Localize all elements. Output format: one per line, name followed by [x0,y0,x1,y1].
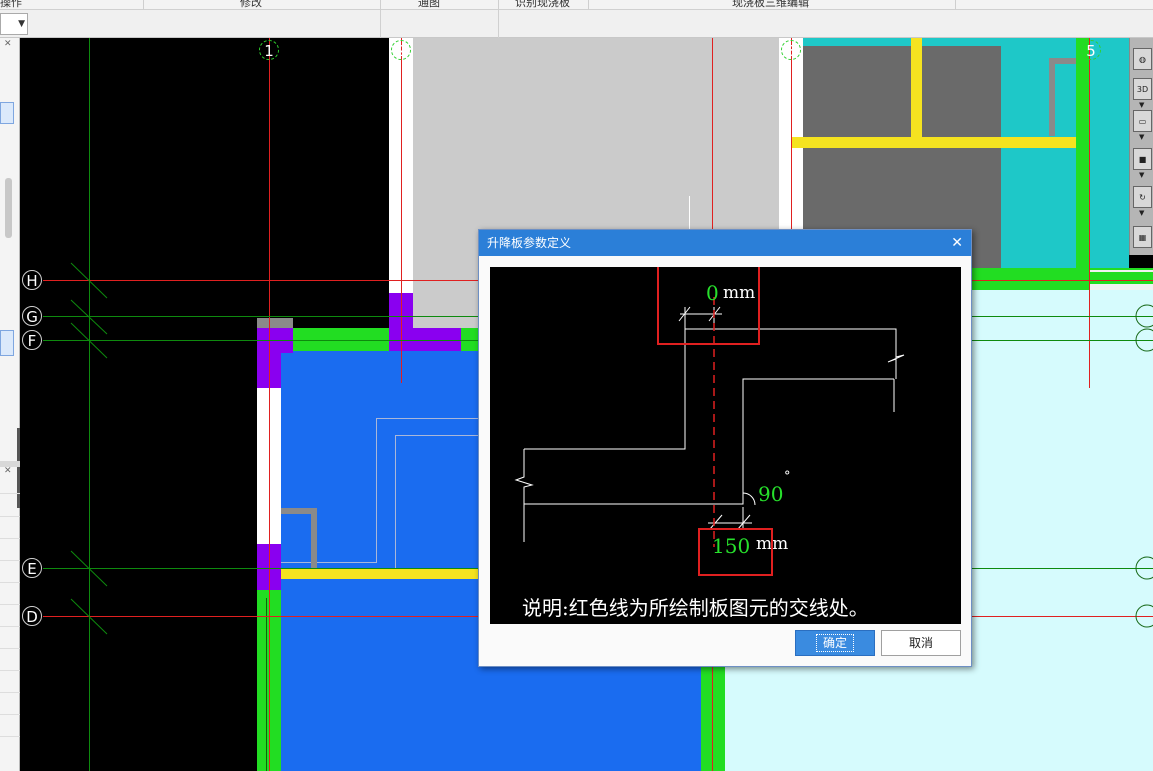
chevron-down-icon[interactable]: ▼ [1139,101,1144,109]
box-view-icon[interactable]: ▭ [1133,110,1152,132]
axis-label-d: D [22,606,42,626]
axis-label-2: 2 [391,40,411,60]
toolbar-item-slab-3d-edit[interactable]: 现浇板三维编辑 [732,0,809,9]
grid-view-icon[interactable]: ▦ [1133,226,1152,248]
axis-label-h: H [22,270,42,290]
property-bar: ▼ [0,10,1153,38]
dialog-title-text: 升降板参数定义 [487,236,572,250]
axis-label-5: 5 [1081,40,1101,60]
chevron-down-icon[interactable]: ▼ [1139,209,1144,217]
cancel-button[interactable]: 取消 [881,630,961,656]
axis-label-1: 1 [259,40,279,60]
axis-label-g: G [22,306,42,326]
splitter-handle[interactable] [17,428,20,508]
3d-view-icon[interactable]: 3D [1133,78,1152,100]
parameter-diagram: 0 mm 90 ° 150 mm 说明:红色线为所绘制板图元的交线处。 [490,267,961,624]
cube-icon[interactable]: ■ [1133,148,1152,170]
view-toolbar: ◍ 3D ▼ ▭ ▼ ■ ▼ ↻ ▼ ▦ [1129,38,1153,255]
left-panel: ✕ ✕ [0,38,20,771]
chevron-down-icon[interactable]: ▼ [1139,171,1144,179]
chevron-down-icon[interactable]: ▼ [1139,133,1144,141]
highlight-box [698,528,773,576]
dialog-title: 升降板参数定义 [479,230,971,256]
app-window: 操作 修改 通图 识别现浇板 现浇板三维编辑 ▼ ✕ ✕ 1 2 3 5 H G… [0,0,1153,771]
sphere-icon[interactable]: ◍ [1133,48,1152,70]
axis-label-f: F [22,330,42,350]
axis-label-3: 3 [781,40,801,60]
close-icon[interactable]: ✕ [4,39,12,49]
axis-label-e: E [22,558,42,578]
angle-unit: ° [784,469,791,484]
toolbar-item-general[interactable]: 通图 [418,0,440,9]
scrollbar[interactable] [5,178,12,238]
chevron-down-icon: ▼ [18,19,25,29]
slab-step-parameter-dialog: 升降板参数定义 ✕ 0 mm 90 ° 150 mm 说明:红色线为所绘制板图元… [478,229,972,667]
highlight-box [657,267,760,345]
ok-button[interactable]: 确定 [795,630,875,656]
layer-combo[interactable]: ▼ [0,13,28,35]
top-toolbar: 操作 修改 通图 识别现浇板 现浇板三维编辑 [0,0,1153,10]
rotate-icon[interactable]: ↻ [1133,186,1152,208]
diagram-note: 说明:红色线为所绘制板图元的交线处。 [522,596,869,620]
toolbar-item-operate[interactable]: 操作 [0,0,22,9]
selected-list-item[interactable] [0,102,14,124]
toolbar-item-identify-slab[interactable]: 识别现浇板 [515,0,570,9]
ok-button-label: 确定 [815,634,854,652]
close-icon[interactable]: ✕ [4,466,12,476]
selected-list-item[interactable] [0,330,14,356]
close-icon[interactable]: ✕ [951,230,963,256]
angle-value[interactable]: 90 [758,482,783,506]
toolbar-item-modify[interactable]: 修改 [240,0,262,9]
